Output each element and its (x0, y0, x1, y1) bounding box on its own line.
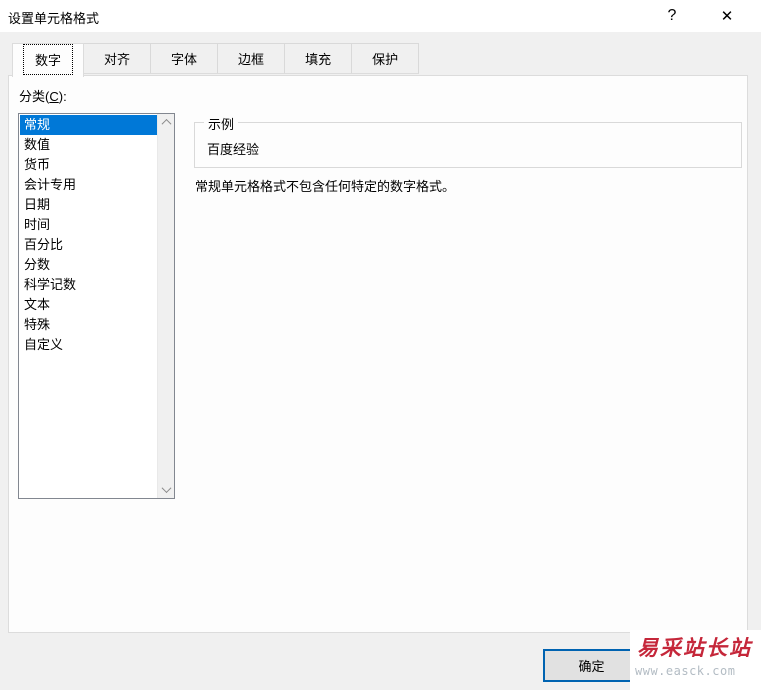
category-item-special[interactable]: 特殊 (20, 315, 157, 335)
listbox-scrollbar[interactable] (157, 114, 174, 498)
sample-group-label: 示例 (204, 114, 239, 133)
category-item-general[interactable]: 常规 (20, 115, 157, 135)
category-item-fraction[interactable]: 分数 (20, 255, 157, 275)
close-icon: ✕ (720, 7, 734, 25)
ok-button-label: 确定 (578, 659, 605, 674)
category-item-accounting[interactable]: 会计专用 (20, 175, 157, 195)
tab-alignment[interactable]: 对齐 (83, 43, 152, 74)
window-title: 设置单元格格式 (8, 11, 100, 26)
sample-groupbox: 示例 百度经验 (194, 114, 742, 168)
format-description: 常规单元格格式不包含任何特定的数字格式。 (195, 179, 456, 194)
category-listbox[interactable]: 常规 数值 货币 会计专用 日期 时间 百分比 分数 科学记数 文本 特殊 自定… (18, 113, 175, 499)
tab-protection-label: 保护 (372, 52, 399, 67)
tab-protection[interactable]: 保护 (351, 43, 420, 74)
watermark-site-url: www.easck.com (635, 664, 736, 678)
close-button[interactable]: ✕ (707, 0, 747, 31)
tab-font[interactable]: 字体 (150, 43, 219, 74)
category-item-time[interactable]: 时间 (20, 215, 157, 235)
tab-border-label: 边框 (238, 52, 265, 67)
tab-number-label: 数字 (23, 44, 74, 75)
sample-value: 百度经验 (207, 142, 260, 157)
scrollbar-up-button[interactable] (158, 114, 174, 131)
chevron-up-icon (161, 118, 171, 129)
ok-button[interactable]: 确定 (543, 649, 640, 682)
tab-border[interactable]: 边框 (217, 43, 286, 74)
tab-fill-label: 填充 (305, 52, 332, 67)
watermark: 易采站长站 www.easck.com (630, 630, 761, 690)
chevron-down-icon (161, 483, 171, 494)
help-icon: ? (667, 6, 677, 24)
watermark-site-name: 易采站长站 (637, 635, 752, 660)
number-tab-page: 分类(C): 常规 数值 货币 会计专用 日期 时间 百分比 分数 科学记数 文… (8, 75, 748, 633)
tab-alignment-label: 对齐 (104, 52, 131, 67)
tab-font-label: 字体 (171, 52, 198, 67)
category-list: 常规 数值 货币 会计专用 日期 时间 百分比 分数 科学记数 文本 特殊 自定… (20, 115, 157, 355)
tab-fill[interactable]: 填充 (284, 43, 353, 74)
category-item-scientific[interactable]: 科学记数 (20, 275, 157, 295)
category-item-currency[interactable]: 货币 (20, 155, 157, 175)
category-item-date[interactable]: 日期 (20, 195, 157, 215)
tab-strip: 数字 对齐 字体 边框 填充 保护 (12, 43, 420, 77)
category-item-custom[interactable]: 自定义 (20, 335, 157, 355)
category-label: 分类(C): (19, 89, 67, 104)
help-button[interactable]: ? (652, 0, 692, 31)
titlebar: 设置单元格格式 ? ✕ (0, 0, 761, 32)
category-item-number[interactable]: 数值 (20, 135, 157, 155)
category-item-percentage[interactable]: 百分比 (20, 235, 157, 255)
scrollbar-down-button[interactable] (158, 481, 174, 498)
tab-number[interactable]: 数字 (12, 43, 85, 77)
category-item-text[interactable]: 文本 (20, 295, 157, 315)
